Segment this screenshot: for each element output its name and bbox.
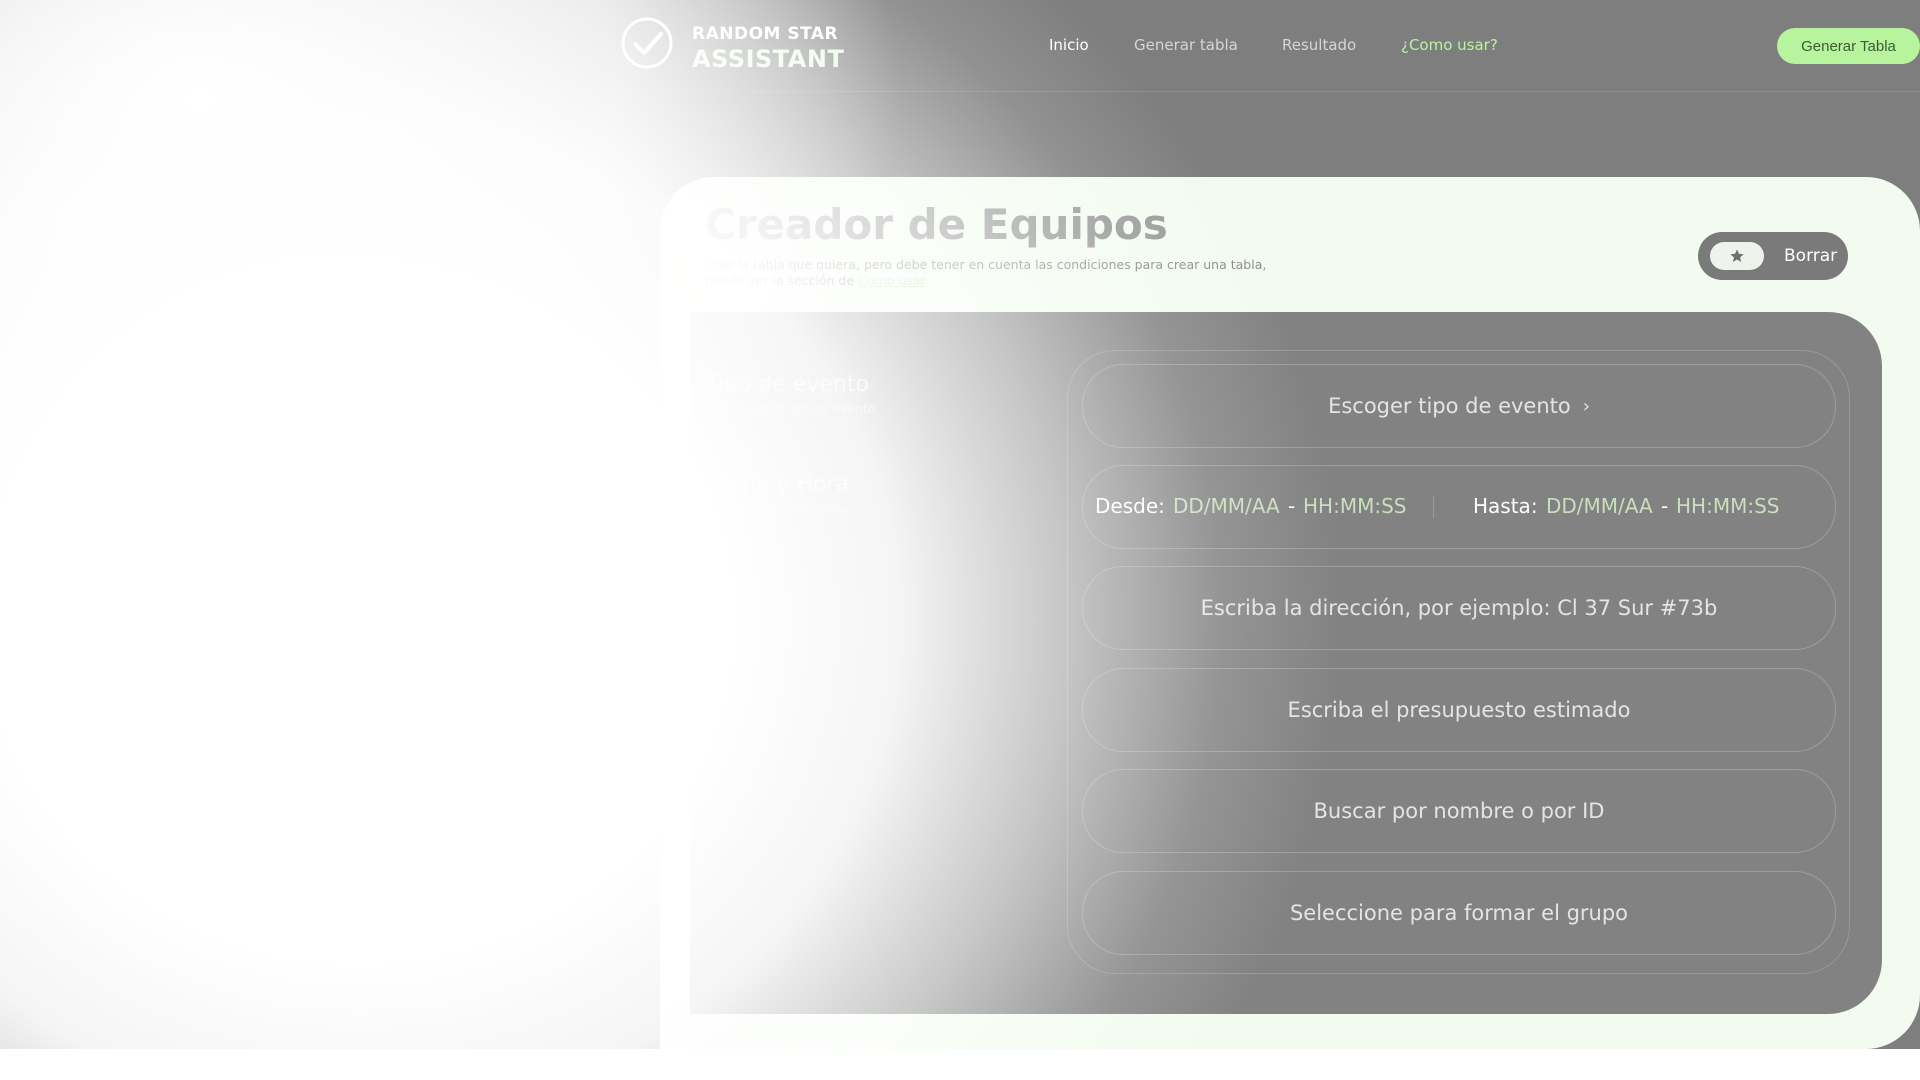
event-type-label: Escoger tipo de evento — [1328, 394, 1571, 418]
from-date-input[interactable]: DD/MM/AA — [1173, 494, 1280, 518]
members-search-input[interactable]: Buscar por nombre o por ID — [1082, 769, 1836, 853]
subtitle-line1: Cree la tabla que quiera, pero debe tene… — [705, 257, 1267, 272]
group-select[interactable]: Seleccione para formar el grupo — [1082, 871, 1836, 955]
bottom-background — [0, 1049, 1920, 1080]
clear-button[interactable]: Borrar — [1784, 246, 1837, 266]
row-label-event-type: Tipo de evento — [705, 372, 869, 397]
favorite-clear-control: Borrar — [1698, 232, 1848, 280]
from-dash: - — [1288, 494, 1296, 518]
brand-logo[interactable]: RANDOM STAR ASSISTANT — [620, 16, 844, 76]
star-check-icon — [621, 17, 673, 69]
page-subtitle: Cree la tabla que quiera, pero debe tene… — [705, 257, 1266, 289]
to-dash: - — [1661, 494, 1669, 518]
date-range-field: Desde: DD/MM/AA - HH:MM:SS Hasta: DD/MM/… — [1082, 465, 1836, 549]
top-navbar: RANDOM STAR ASSISTANT Inicio Generar tab… — [0, 0, 1920, 92]
favorite-toggle[interactable] — [1710, 242, 1764, 270]
to-date-input[interactable]: DD/MM/AA — [1546, 494, 1653, 518]
from-time-input[interactable]: HH:MM:SS — [1303, 494, 1406, 518]
como-usar-link[interactable]: Como usar — [858, 273, 925, 288]
page-title: Creador de Equipos — [705, 200, 1168, 249]
from-label: Desde: — [1095, 494, 1165, 518]
budget-placeholder: Escriba el presupuesto estimado — [1287, 698, 1631, 722]
date-divider — [1433, 496, 1434, 518]
row-sub-event-type: Seleccione el tipo de evento — [705, 402, 876, 416]
row-label-date-time: Fecha y Hora — [705, 472, 850, 497]
subtitle-line2-prefix: puede ver la sección de — [705, 273, 855, 288]
nav-link-como-usar[interactable]: ¿Como usar? — [1401, 36, 1498, 54]
nav-link-inicio[interactable]: Inicio — [1049, 36, 1089, 54]
nav-link-generar-tabla[interactable]: Generar tabla — [1134, 36, 1238, 54]
star-icon — [1730, 249, 1744, 262]
to-label: Hasta: — [1473, 494, 1538, 518]
event-type-select[interactable]: Escoger tipo de evento › — [1082, 364, 1836, 448]
chevron-right-icon: › — [1582, 395, 1590, 417]
brand-name-line1: RANDOM STAR — [692, 24, 839, 44]
generate-table-button[interactable]: Generar Tabla — [1777, 28, 1920, 64]
group-placeholder: Seleccione para formar el grupo — [1289, 901, 1629, 925]
nav-link-resultado[interactable]: Resultado — [1282, 36, 1356, 54]
address-input[interactable]: Escriba la dirección, por ejemplo: Cl 37… — [1082, 566, 1836, 650]
budget-input[interactable]: Escriba el presupuesto estimado — [1082, 668, 1836, 752]
members-placeholder: Buscar por nombre o por ID — [1313, 799, 1605, 823]
row-sub-date-time: Seleccione fecha y hora — [705, 502, 849, 516]
address-placeholder: Escriba la dirección, por ejemplo: Cl 37… — [1200, 596, 1718, 620]
to-time-input[interactable]: HH:MM:SS — [1676, 494, 1779, 518]
brand-name-line2: ASSISTANT — [692, 45, 845, 73]
